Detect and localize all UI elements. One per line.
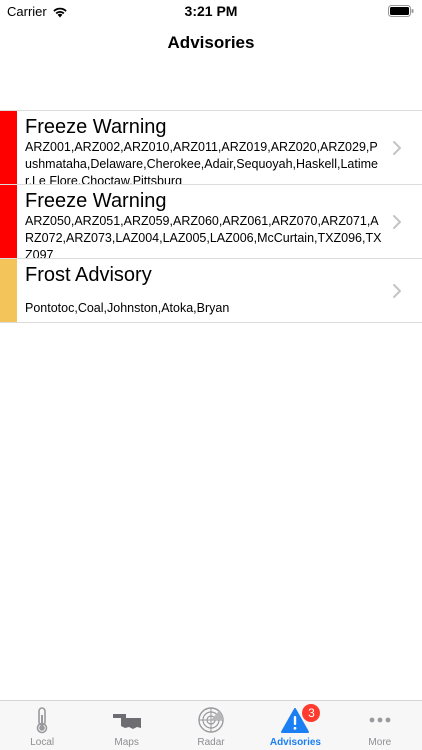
advisory-areas: ARZ001,ARZ002,ARZ010,ARZ011,ARZ019,ARZ02… xyxy=(25,140,378,185)
thermometer-icon xyxy=(36,707,48,734)
chevron-right-icon xyxy=(393,214,401,229)
chevron-right-icon xyxy=(393,140,401,155)
tab-bar: Local Maps Radar 3 Advisories More xyxy=(0,700,422,750)
advisories-list: Freeze Warning ARZ001,ARZ002,ARZ010,ARZ0… xyxy=(0,110,422,323)
page-title: Advisories xyxy=(167,33,255,52)
advisory-color-bar xyxy=(0,259,17,322)
advisory-row-freeze-warning-1[interactable]: Freeze Warning ARZ001,ARZ002,ARZ010,ARZ0… xyxy=(0,111,422,185)
tab-label: Radar xyxy=(197,737,225,748)
advisory-areas: ARZ050,ARZ051,ARZ059,ARZ060,ARZ061,ARZ07… xyxy=(25,214,382,259)
tab-radar[interactable]: Radar xyxy=(169,701,253,750)
advisory-areas: Pontotoc,Coal,Johnston,Atoka,Bryan xyxy=(25,301,230,315)
advisory-title: Freeze Warning xyxy=(25,116,167,138)
radar-icon xyxy=(198,707,224,733)
tab-local[interactable]: Local xyxy=(0,701,84,750)
advisory-color-bar xyxy=(0,111,17,184)
oklahoma-map-icon xyxy=(112,714,141,729)
advisory-row-freeze-warning-2[interactable]: Freeze Warning ARZ050,ARZ051,ARZ059,ARZ0… xyxy=(0,185,422,259)
tab-label: Local xyxy=(30,737,55,748)
tab-label: Maps xyxy=(114,737,139,748)
tab-label: Advisories xyxy=(269,737,321,748)
tab-advisories[interactable]: 3 Advisories xyxy=(253,701,337,750)
advisory-title: Freeze Warning xyxy=(25,190,167,212)
battery-icon xyxy=(388,5,414,17)
ellipsis-icon xyxy=(369,717,391,723)
advisory-row-frost-advisory[interactable]: Frost Advisory Pontotoc,Coal,Johnston,At… xyxy=(0,259,422,323)
advisory-title: Frost Advisory xyxy=(25,264,152,286)
chevron-right-icon xyxy=(393,283,401,298)
status-time: 3:21 PM xyxy=(184,3,238,19)
status-bar: Carrier 3:21 PM xyxy=(0,0,422,22)
tab-maps[interactable]: Maps xyxy=(84,701,168,750)
tab-more[interactable]: More xyxy=(338,701,422,750)
advisories-badge: 3 xyxy=(302,704,321,722)
advisory-color-bar xyxy=(0,185,17,258)
tab-label: More xyxy=(368,737,392,748)
